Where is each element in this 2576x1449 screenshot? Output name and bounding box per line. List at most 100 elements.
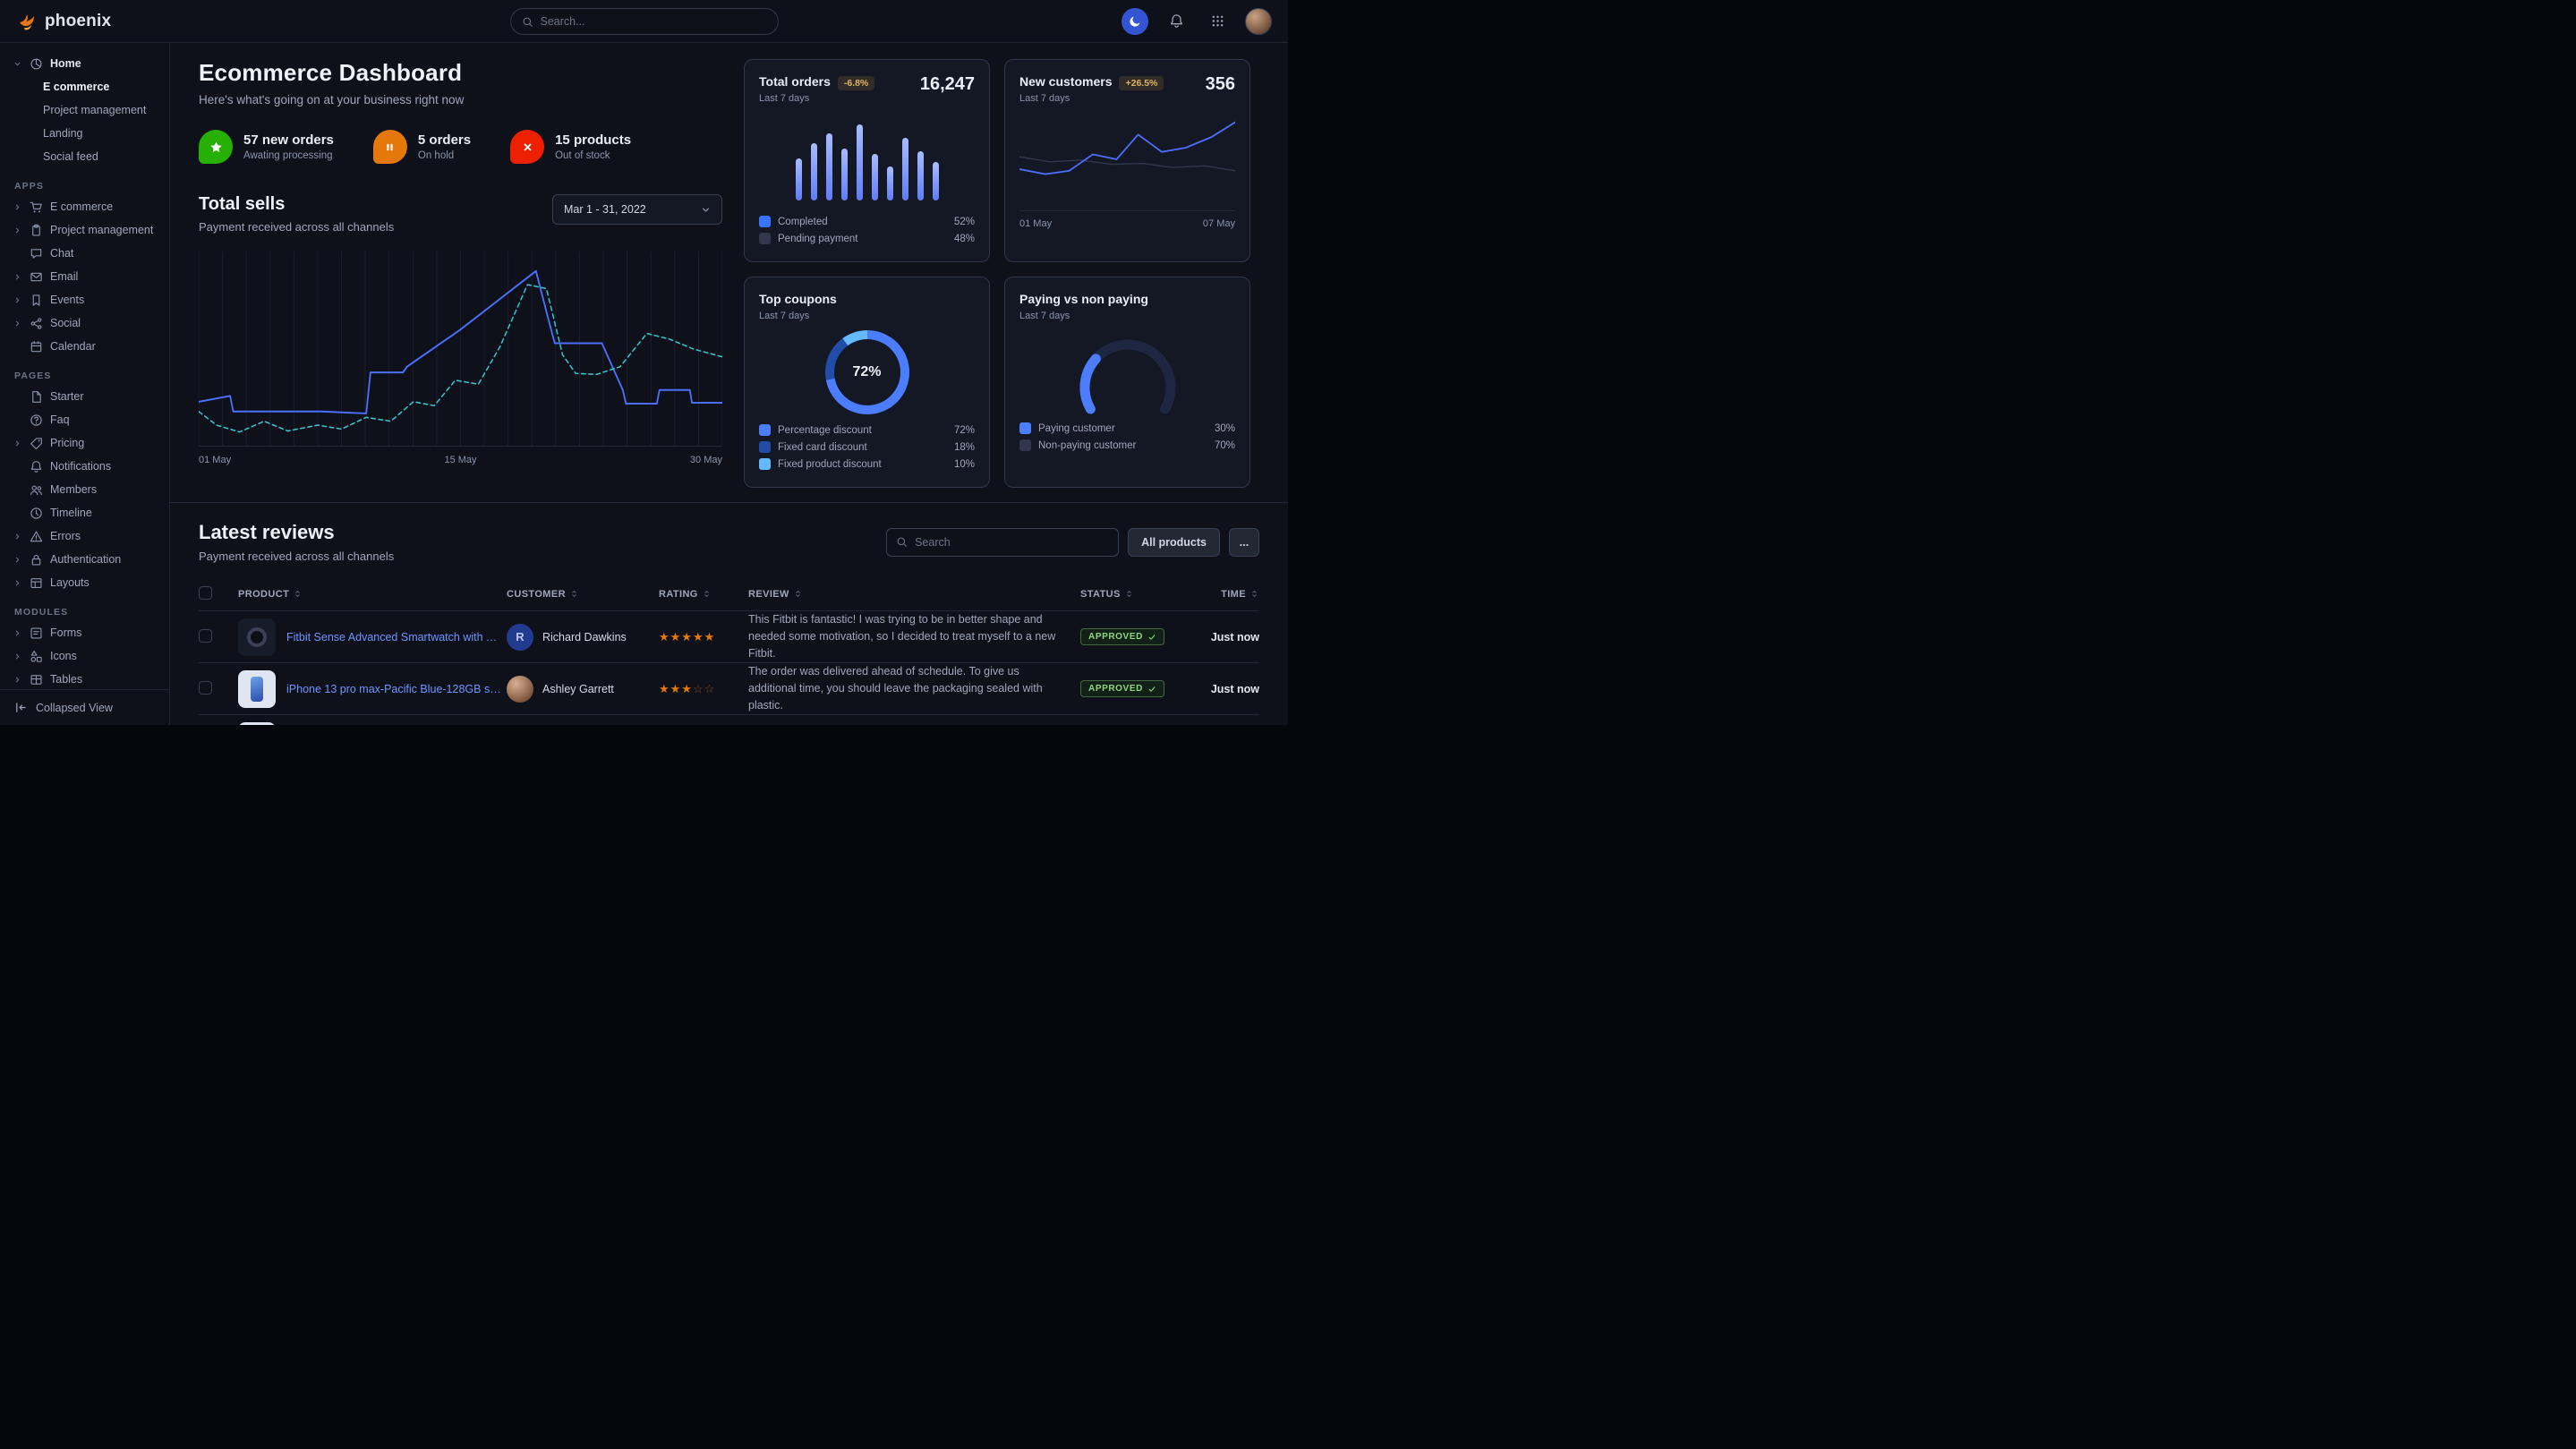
table-row: iPhone 13 pro max-Pacific Blue-128GB sto… — [199, 663, 1259, 715]
total-orders-value: 16,247 — [920, 74, 975, 95]
stat-out-of-stock: 15 products Out of stock — [510, 130, 631, 164]
sidebar-section-pages: PAGES — [14, 371, 169, 381]
sidebar-item-project-management[interactable]: Project management — [0, 218, 169, 242]
user-avatar[interactable] — [1245, 8, 1272, 35]
customer-name: Ashley Garrett — [542, 683, 614, 695]
stat-new-orders: 57 new orders Awating processing — [199, 130, 334, 164]
bell-icon — [29, 460, 43, 473]
legend-swatch — [759, 424, 771, 436]
trend-badge: -6.8% — [838, 76, 874, 90]
legend-swatch — [1019, 422, 1031, 434]
theme-toggle-button[interactable] — [1122, 8, 1148, 35]
chevron-down-icon — [701, 205, 711, 215]
legend-swatch — [759, 216, 771, 227]
sidebar-item-faq[interactable]: Faq — [0, 408, 169, 431]
legend-swatch — [1019, 439, 1031, 451]
caret-right-icon — [13, 556, 21, 564]
sidebar-item-email[interactable]: Email — [0, 265, 169, 288]
sort-icon — [793, 589, 803, 599]
tag-icon — [29, 437, 43, 450]
page-subtitle: Here's what's going on at your business … — [199, 93, 722, 107]
column-header-time[interactable]: TIME — [1188, 589, 1259, 600]
reviews-search[interactable] — [886, 528, 1119, 557]
sidebar-item-layouts[interactable]: Layouts — [0, 571, 169, 594]
review-time: Just now — [1211, 631, 1259, 644]
column-header-review[interactable]: REVIEW — [748, 589, 1080, 600]
sidebar-item-timeline[interactable]: Timeline — [0, 501, 169, 524]
phoenix-logo-icon — [16, 11, 38, 32]
global-search[interactable] — [510, 8, 779, 35]
sidebar-item-chat[interactable]: Chat — [0, 242, 169, 265]
rating-stars: ★★★★★ — [659, 630, 715, 644]
caret-right-icon — [13, 629, 21, 637]
bookmark-icon — [29, 294, 43, 307]
sidebar-item-starter[interactable]: Starter — [0, 385, 169, 408]
more-options-button[interactable]: ... — [1229, 528, 1259, 557]
table-icon — [29, 673, 43, 686]
sort-icon — [702, 589, 712, 599]
sidebar-item-e-commerce[interactable]: E commerce — [0, 195, 169, 218]
collapsed-view-toggle[interactable]: Collapsed View — [0, 689, 169, 725]
legend-completed: Completed 52% — [759, 213, 975, 230]
new-customers-card: New customers+26.5% Last 7 days 356 01 M… — [1004, 59, 1250, 262]
reviews-table: PRODUCT CUSTOMER RATING REVIEW — [199, 577, 1259, 725]
caret-right-icon — [13, 652, 21, 661]
apps-menu-button[interactable] — [1204, 8, 1231, 35]
sidebar-item-home[interactable]: Home — [0, 52, 169, 75]
product-link[interactable]: Fitbit Sense Advanced Smartwatch with To… — [286, 631, 501, 644]
sidebar-item-landing[interactable]: Landing — [0, 122, 169, 145]
product-link[interactable]: iPhone 13 pro max-Pacific Blue-128GB sto… — [286, 683, 501, 695]
reviews-search-input[interactable] — [915, 536, 1109, 549]
sidebar-item-events[interactable]: Events — [0, 288, 169, 311]
brand-name: phoenix — [45, 12, 111, 31]
sidebar-item-calendar[interactable]: Calendar — [0, 335, 169, 358]
legend-swatch — [759, 233, 771, 244]
legend-swatch — [759, 458, 771, 470]
sidebar-item-errors[interactable]: Errors — [0, 524, 169, 548]
reviews-subtitle: Payment received across all channels — [199, 550, 394, 563]
brand-logo[interactable]: phoenix — [16, 11, 111, 32]
x-icon — [510, 130, 544, 164]
sidebar-item-forms[interactable]: Forms — [0, 621, 169, 644]
sidebar-item-notifications[interactable]: Notifications — [0, 455, 169, 478]
row-checkbox[interactable] — [199, 629, 212, 643]
select-all-checkbox[interactable] — [199, 586, 212, 600]
sidebar-item-e-commerce-dashboard[interactable]: E commerce — [0, 75, 169, 98]
sidebar-item-social[interactable]: Social — [0, 311, 169, 335]
sidebar-item-members[interactable]: Members — [0, 478, 169, 501]
legend-fixed-product-discount: Fixed product discount 10% — [759, 456, 975, 473]
sidebar-item-authentication[interactable]: Authentication — [0, 548, 169, 571]
card-title: Paying vs non paying — [1019, 292, 1148, 306]
column-header-rating[interactable]: RATING — [659, 589, 748, 600]
row-checkbox[interactable] — [199, 681, 212, 695]
sidebar-item-social-feed[interactable]: Social feed — [0, 145, 169, 168]
star-icon — [199, 130, 233, 164]
total-sells-title: Total sells — [199, 194, 394, 215]
all-products-button[interactable]: All products — [1128, 528, 1220, 557]
date-range-select[interactable]: Mar 1 - 31, 2022 — [552, 194, 722, 225]
sidebar-item-icons[interactable]: Icons — [0, 644, 169, 668]
customer-avatar: R — [507, 624, 533, 651]
customer-name: Richard Dawkins — [542, 631, 627, 644]
app-window: phoenix Home E commerce Project manageme… — [0, 0, 1288, 725]
check-icon — [1147, 633, 1156, 642]
column-header-product[interactable]: PRODUCT — [238, 589, 507, 600]
top-coupons-card: Top coupons Last 7 days 72% Percentage d… — [744, 277, 990, 488]
column-header-customer[interactable]: CUSTOMER — [507, 589, 659, 600]
pie-chart-icon — [29, 57, 43, 71]
total-sells-chart — [199, 251, 722, 447]
notifications-button[interactable] — [1163, 8, 1190, 35]
main-content: Ecommerce Dashboard Here's what's going … — [170, 43, 1288, 725]
sort-icon — [569, 589, 579, 599]
global-search-input[interactable] — [541, 15, 767, 28]
warning-icon — [29, 530, 43, 543]
status-badge: APPROVED — [1080, 680, 1164, 697]
cart-icon — [29, 200, 43, 214]
column-header-status[interactable]: STATUS — [1080, 589, 1188, 600]
search-icon — [522, 16, 533, 28]
status-badge: APPROVED — [1080, 628, 1164, 645]
sidebar-item-project-management-dashboard[interactable]: Project management — [0, 98, 169, 122]
sidebar-item-pricing[interactable]: Pricing — [0, 431, 169, 455]
caret-right-icon — [13, 320, 21, 328]
sidebar-item-tables[interactable]: Tables — [0, 668, 169, 689]
